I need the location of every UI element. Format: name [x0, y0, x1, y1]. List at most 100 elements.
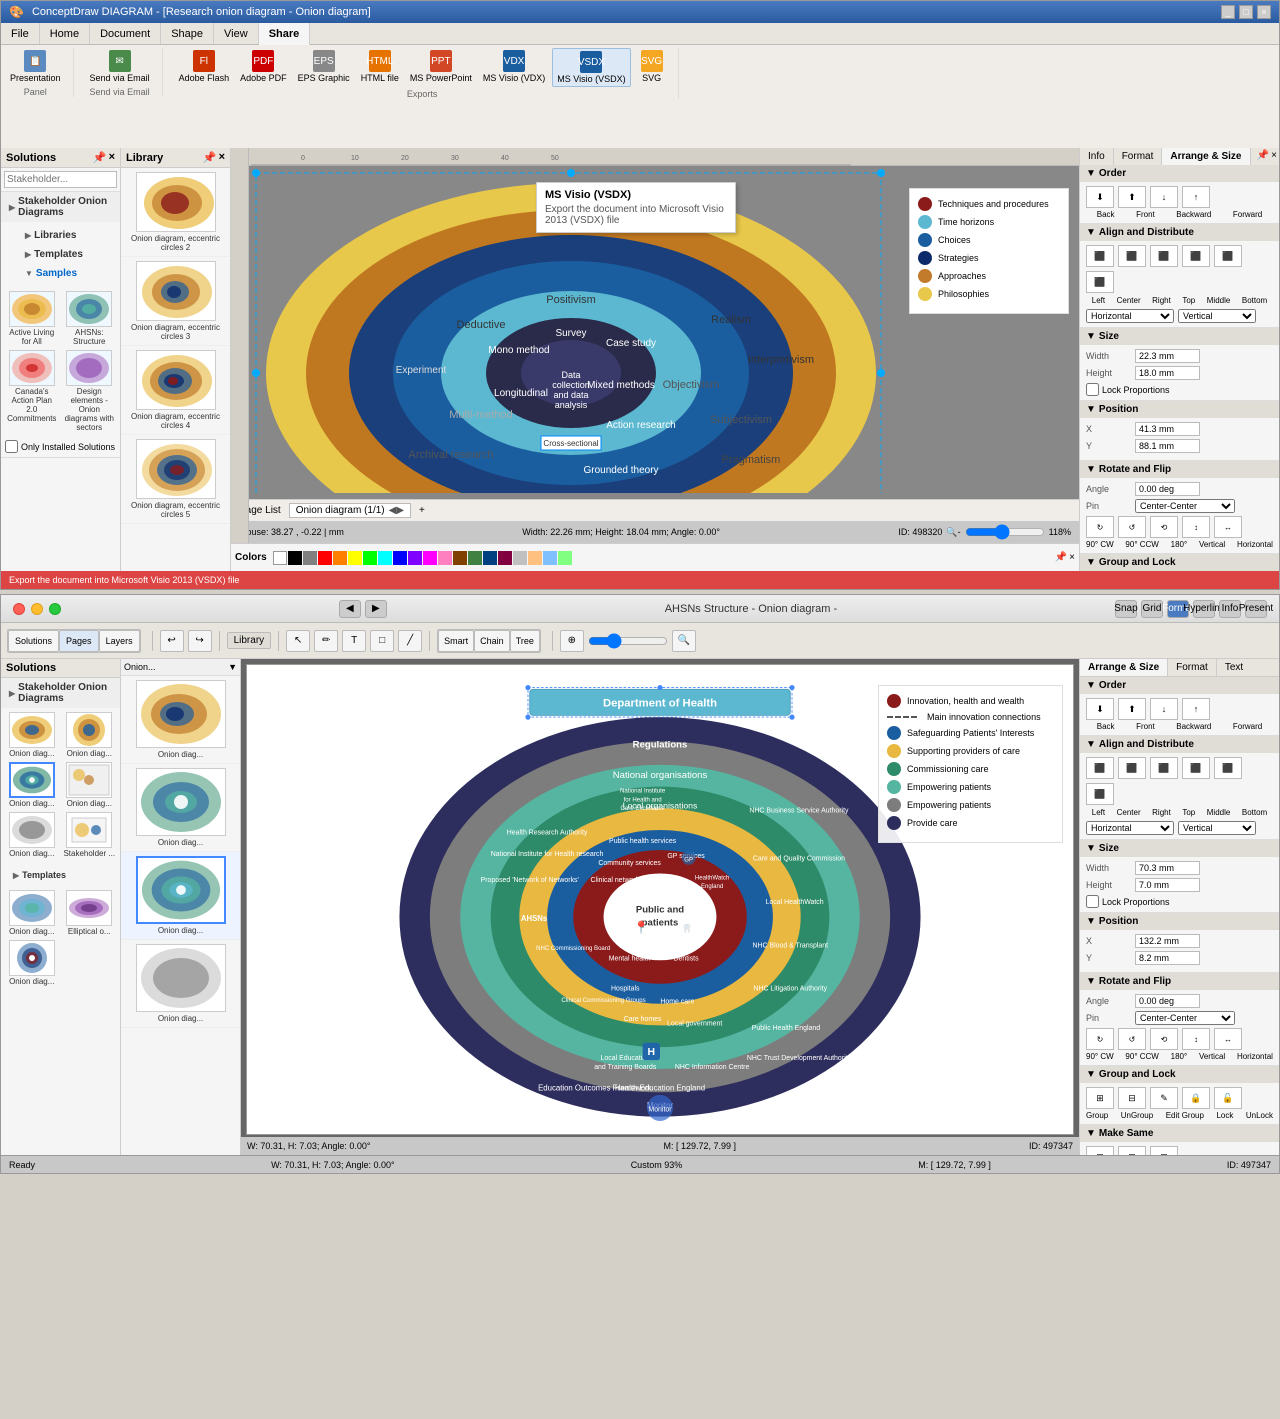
tab-arrange-size[interactable]: Arrange & Size	[1162, 148, 1250, 165]
bottom-thumb-3[interactable]: Onion diag...	[5, 762, 59, 808]
toolbar-undo[interactable]: ↩	[160, 630, 184, 652]
lib-item-eccentric4[interactable]: Onion diagram, eccentric circles 4	[121, 346, 230, 435]
color-blue[interactable]	[393, 551, 407, 565]
bottom-size-header[interactable]: ▼Size	[1080, 840, 1279, 857]
angle-input[interactable]	[1135, 482, 1200, 496]
color-lightblue[interactable]	[543, 551, 557, 565]
close-btn[interactable]: ×	[1257, 5, 1271, 19]
bottom-align-header[interactable]: ▼Align and Distribute	[1080, 736, 1279, 753]
library-label[interactable]: Library	[227, 632, 272, 649]
smart-mode[interactable]: Smart	[438, 630, 474, 652]
bottom-thumb-1[interactable]: Onion diag...	[5, 712, 59, 758]
bottom-align-h-select[interactable]: Horizontal	[1086, 821, 1174, 835]
solutions-libraries-section[interactable]: ▶Libraries	[17, 226, 112, 245]
sample-active-living[interactable]: Active Living for All	[5, 291, 59, 346]
bottom-zoom-slider[interactable]	[588, 633, 668, 649]
color-white[interactable]	[273, 551, 287, 565]
toolbar-redo[interactable]: ↪	[188, 630, 212, 652]
align-horizontal-select[interactable]: Horizontal	[1086, 309, 1174, 323]
align-header[interactable]: ▼Align and Distribute	[1080, 224, 1279, 241]
align-top-btn[interactable]: ⬛	[1182, 245, 1210, 267]
visio-vdx-btn[interactable]: VDX MS Visio (VDX)	[479, 48, 549, 87]
mac-close-btn[interactable]	[13, 603, 25, 615]
library-pin-btn[interactable]: 📌	[203, 151, 217, 164]
bottom-make-width-btn[interactable]: ⊡	[1118, 1146, 1146, 1155]
bottom-template-3[interactable]: Onion diag...	[5, 940, 59, 986]
tab-pages[interactable]: Pages	[59, 630, 99, 652]
zoom-out2[interactable]: 🔍	[672, 630, 696, 652]
presentation-btn[interactable]: 📋 Presentation	[6, 48, 65, 85]
library-close-btn[interactable]: ×	[219, 151, 225, 164]
bottom-flip-h-btn[interactable]: ↔	[1214, 1028, 1242, 1050]
select-tool[interactable]: ↖	[286, 630, 310, 652]
bottom-thumb-2[interactable]: Onion diag...	[63, 712, 117, 758]
bottom-group-btn[interactable]: ⊞	[1086, 1087, 1114, 1109]
mac-present-btn[interactable]: Present	[1245, 600, 1267, 618]
align-bottom-btn[interactable]: ⬛	[1086, 271, 1114, 293]
bottom-canvas[interactable]: Public and patients Department of Health…	[241, 659, 1079, 1155]
bottom-align-right-btn[interactable]: ⬛	[1150, 757, 1178, 779]
text-tool[interactable]: T	[342, 630, 366, 652]
bottom-lib-3[interactable]: Onion diag...	[121, 852, 240, 940]
bottom-edit-group-btn[interactable]: ✎	[1150, 1087, 1178, 1109]
visio-vsdx-btn[interactable]: VSDX MS Visio (VSDX)	[552, 48, 630, 87]
size-header[interactable]: ▼Size	[1080, 328, 1279, 345]
chain-mode[interactable]: Chain	[474, 630, 510, 652]
adobe-flash-btn[interactable]: Fl Adobe Flash	[175, 48, 234, 87]
adobe-pdf-btn[interactable]: PDF Adobe PDF	[236, 48, 291, 87]
line-tool[interactable]: ╱	[398, 630, 422, 652]
bottom-make-same-header[interactable]: ▼Make Same	[1080, 1125, 1279, 1142]
mac-min-btn[interactable]	[31, 603, 43, 615]
tree-mode[interactable]: Tree	[510, 630, 540, 652]
mac-max-btn[interactable]	[49, 603, 61, 615]
bottom-angle-input[interactable]	[1135, 994, 1200, 1008]
pin-select[interactable]: Center-Center	[1135, 499, 1235, 513]
bottom-order-header[interactable]: ▼Order	[1080, 677, 1279, 694]
bottom-align-top-btn[interactable]: ⬛	[1182, 757, 1210, 779]
color-orange[interactable]	[333, 551, 347, 565]
tab-format[interactable]: Format	[1114, 148, 1163, 165]
bottom-backward-btn[interactable]: ↓	[1150, 698, 1178, 720]
rotate-ccw-btn[interactable]: ↺	[1118, 516, 1146, 538]
align-left-btn[interactable]: ⬛	[1086, 245, 1114, 267]
bottom-width-input[interactable]	[1135, 861, 1200, 875]
color-red[interactable]	[318, 551, 332, 565]
align-center-btn[interactable]: ⬛	[1118, 245, 1146, 267]
bottom-lib-4[interactable]: Onion diag...	[121, 940, 240, 1028]
color-darkblue[interactable]	[483, 551, 497, 565]
mac-forward-btn[interactable]: ▶	[365, 600, 387, 618]
height-input[interactable]	[1135, 366, 1200, 380]
bottom-lib-1[interactable]: Onion diag...	[121, 676, 240, 764]
bottom-front-btn[interactable]: ⬆	[1118, 698, 1146, 720]
send-email-btn[interactable]: ✉ Send via Email	[86, 48, 154, 85]
order-forward-btn[interactable]: ↑	[1182, 186, 1210, 208]
page-control[interactable]: Onion diagram (1/1) ◀▶	[289, 503, 411, 518]
right-close-btn[interactable]: ×	[1271, 150, 1277, 163]
x-input[interactable]	[1135, 422, 1200, 436]
bottom-align-center-btn[interactable]: ⬛	[1118, 757, 1146, 779]
solutions-stakeholder-section[interactable]: ▶Stakeholder Onion Diagrams	[1, 192, 120, 222]
solutions-templates-section[interactable]: ▶Templates	[17, 245, 112, 264]
width-input[interactable]	[1135, 349, 1200, 363]
eps-btn[interactable]: EPS EPS Graphic	[294, 48, 354, 87]
group-header[interactable]: ▼Group and Lock	[1080, 554, 1279, 571]
tab-share[interactable]: Share	[259, 23, 311, 45]
only-installed-checkbox[interactable]	[5, 440, 18, 453]
right-pin-btn[interactable]: 📌	[1257, 150, 1269, 163]
svg-btn[interactable]: SVG SVG	[634, 48, 670, 87]
position-header[interactable]: ▼Position	[1080, 401, 1279, 418]
bottom-ungroup-btn[interactable]: ⊟	[1118, 1087, 1146, 1109]
bottom-rotate-180-btn[interactable]: ⟲	[1150, 1028, 1178, 1050]
pen-tool[interactable]: ✏	[314, 630, 338, 652]
solutions-samples-section[interactable]: ▼Samples	[17, 264, 112, 283]
powerpoint-btn[interactable]: PPT MS PowerPoint	[406, 48, 476, 87]
lock-proportions-checkbox[interactable]	[1086, 383, 1099, 396]
tab-document[interactable]: Document	[90, 23, 161, 44]
order-backward-btn[interactable]: ↓	[1150, 186, 1178, 208]
mac-info-btn[interactable]: Info	[1219, 600, 1241, 618]
html-btn[interactable]: HTML HTML file	[357, 48, 403, 87]
color-pink[interactable]	[438, 551, 452, 565]
align-vertical-select[interactable]: Vertical	[1178, 309, 1256, 323]
color-lightgreen[interactable]	[558, 551, 572, 565]
color-magenta[interactable]	[423, 551, 437, 565]
